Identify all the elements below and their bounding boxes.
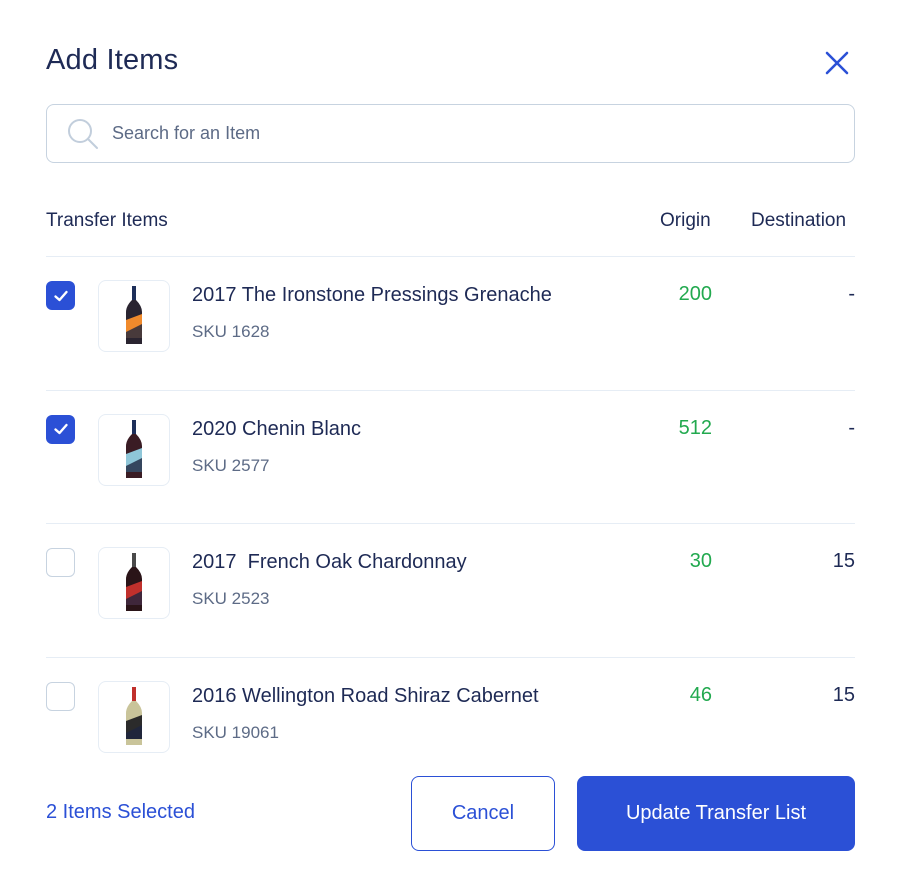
item-checkbox[interactable] — [46, 281, 75, 310]
item-thumbnail — [98, 547, 170, 619]
item-checkbox[interactable] — [46, 681, 75, 711]
column-header-origin: Origin — [660, 210, 711, 231]
item-sku: SKU 2523 — [192, 589, 270, 608]
item-row: 2016 Wellington Road Shiraz Cabernet SKU… — [46, 656, 855, 791]
item-row: 2017 French Oak Chardonnay SKU 2523 30 1… — [46, 523, 855, 657]
wine-bottle-icon — [126, 686, 142, 745]
item-name: 2017 The Ironstone Pressings Grenache — [192, 284, 552, 306]
item-checkbox[interactable] — [46, 548, 75, 577]
update-transfer-list-button[interactable]: Update Transfer List — [577, 776, 855, 851]
close-button[interactable] — [820, 46, 854, 80]
column-header-transfer-items: Transfer Items — [46, 210, 168, 231]
item-sku: SKU 1628 — [192, 322, 270, 341]
search-field[interactable] — [46, 104, 855, 163]
selected-count: 2 Items Selected — [46, 801, 195, 823]
item-row: 2017 The Ironstone Pressings Grenache SK… — [46, 256, 855, 390]
search-input[interactable] — [112, 123, 854, 144]
item-thumbnail — [98, 280, 170, 352]
item-destination-qty: - — [848, 283, 855, 305]
item-name: 2020 Chenin Blanc — [192, 417, 362, 440]
dialog-title: Add Items — [46, 44, 179, 76]
item-origin-qty: 30 — [689, 550, 712, 572]
item-origin-qty: 46 — [689, 683, 712, 706]
wine-bottle-icon — [126, 286, 142, 344]
item-name: 2017 French Oak Chardonnay — [192, 551, 467, 573]
close-x-icon — [825, 51, 849, 75]
item-thumbnail — [98, 413, 170, 486]
column-header-destination: Destination — [751, 210, 847, 231]
wine-bottle-icon — [126, 553, 142, 611]
item-checkbox[interactable] — [46, 414, 75, 444]
item-destination-qty: 15 — [832, 550, 855, 572]
item-origin-qty: 200 — [678, 283, 712, 305]
item-row: 2020 Chenin Blanc SKU 2577 512 - — [46, 389, 855, 524]
check-icon — [53, 290, 68, 301]
item-destination-qty: 15 — [832, 683, 855, 706]
transfer-items-list: 2017 The Ironstone Pressings Grenache SK… — [46, 256, 855, 790]
item-origin-qty: 512 — [678, 416, 712, 439]
item-name: 2016 Wellington Road Shiraz Cabernet — [192, 684, 539, 707]
item-sku: SKU 19061 — [192, 722, 279, 742]
wine-bottle-icon — [126, 419, 142, 478]
search-icon — [66, 117, 100, 151]
check-icon — [53, 423, 68, 435]
item-thumbnail — [98, 680, 170, 753]
item-sku: SKU 2577 — [192, 455, 270, 475]
item-destination-qty: - — [848, 416, 855, 439]
cancel-button[interactable]: Cancel — [411, 776, 555, 851]
